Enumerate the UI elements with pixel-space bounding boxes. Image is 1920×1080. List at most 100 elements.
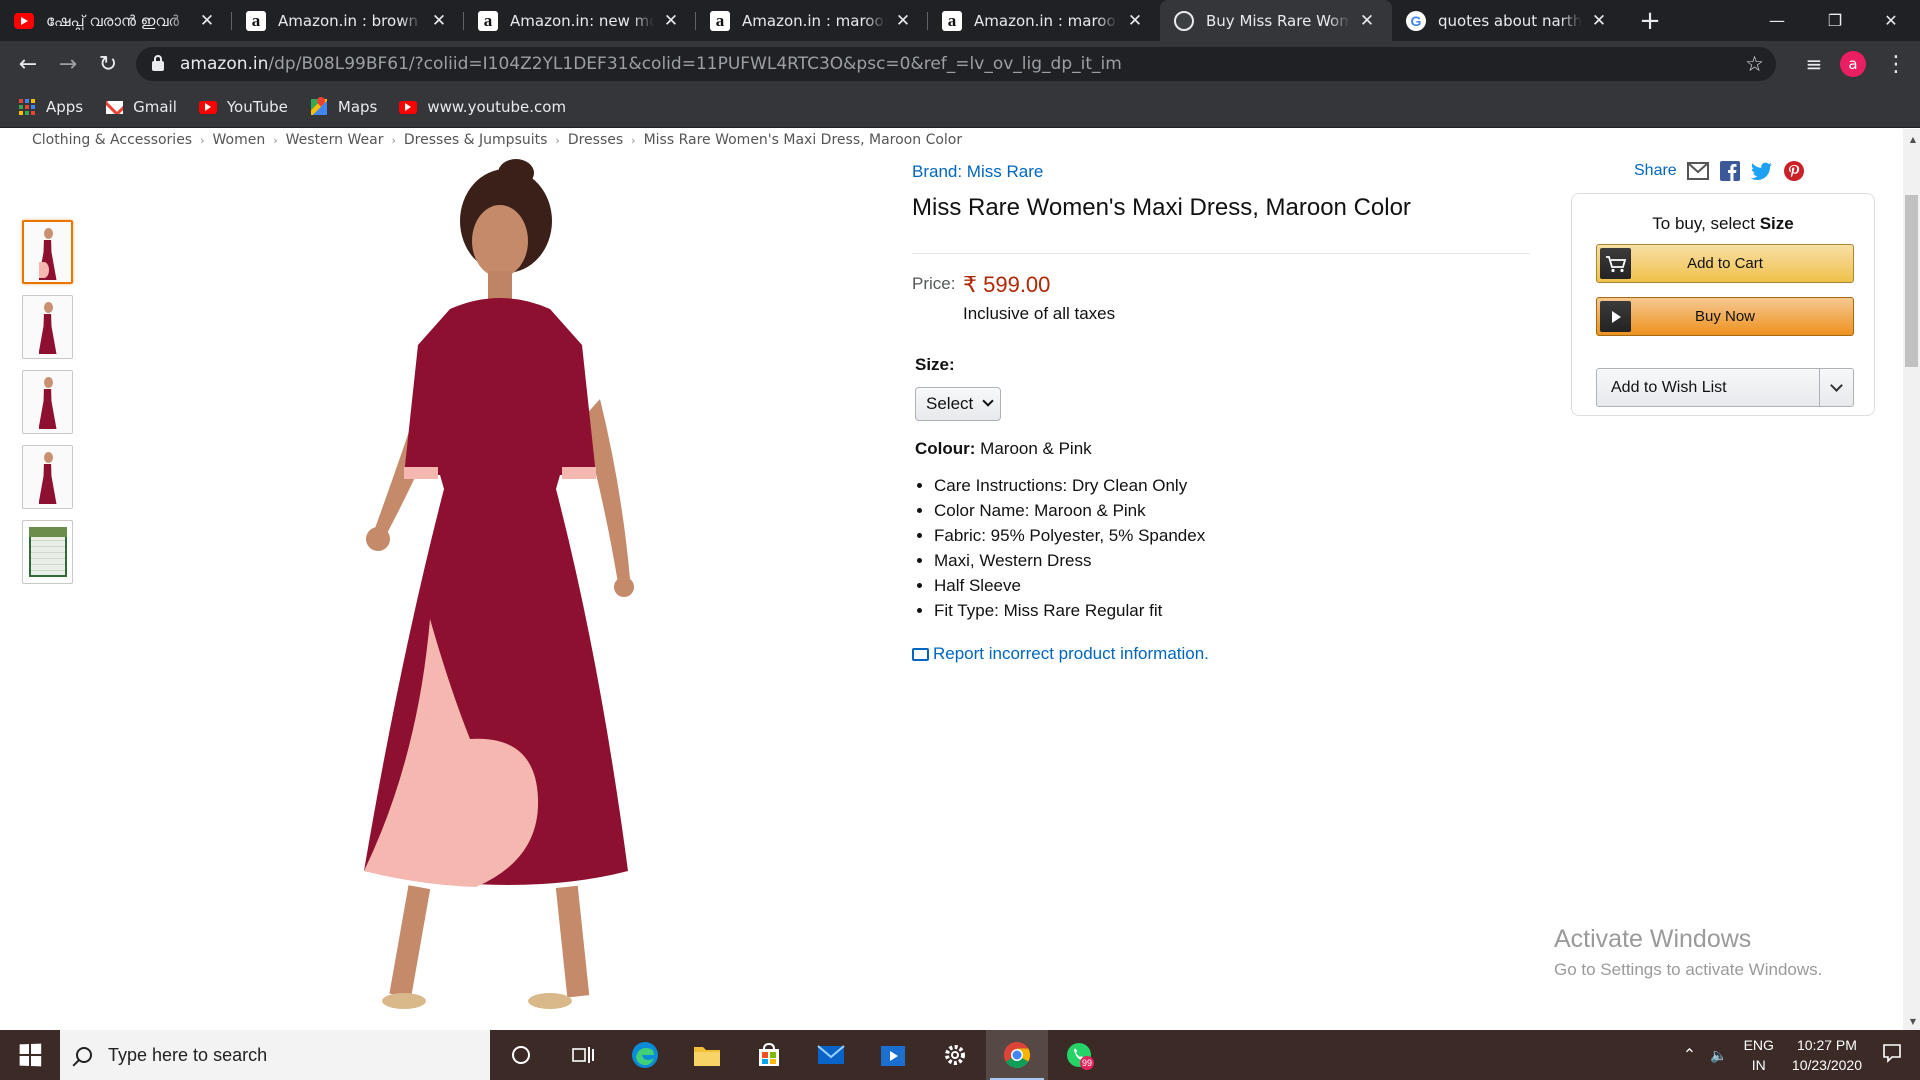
breadcrumb-item[interactable]: Women bbox=[213, 132, 266, 148]
add-to-wish-list-button[interactable]: Add to Wish List bbox=[1596, 368, 1854, 407]
pinterest-icon[interactable] bbox=[1783, 160, 1805, 182]
breadcrumb-item[interactable]: Clothing & Accessories bbox=[32, 132, 192, 148]
lock-icon bbox=[152, 55, 164, 71]
tab-close-icon[interactable]: ✕ bbox=[1356, 11, 1378, 31]
bookmark-gmail[interactable]: Gmail bbox=[105, 98, 177, 116]
microsoft-store-icon[interactable] bbox=[738, 1030, 800, 1080]
thumbnail-1[interactable] bbox=[22, 220, 73, 284]
breadcrumb: Clothing & Accessories › Women › Western W… bbox=[32, 132, 962, 148]
taskbar-search-box[interactable]: Type here to search bbox=[60, 1030, 490, 1080]
page-scrollbar[interactable]: ▲ ▼ bbox=[1903, 129, 1920, 1030]
tab-amazon-maroon-1[interactable]: a Amazon.in : maroon dr ✕ bbox=[696, 0, 928, 41]
bookmark-star-icon[interactable]: ☆ bbox=[1745, 52, 1764, 76]
email-icon[interactable] bbox=[1686, 160, 1709, 182]
breadcrumb-item[interactable]: Western Wear bbox=[286, 132, 384, 148]
forward-arrow-icon[interactable]: → bbox=[50, 46, 86, 82]
tab-close-icon[interactable]: ✕ bbox=[428, 11, 450, 31]
size-dropdown[interactable]: Select bbox=[915, 387, 1001, 421]
bookmark-apps[interactable]: Apps bbox=[18, 98, 83, 116]
tab-close-icon[interactable]: ✕ bbox=[1588, 11, 1610, 31]
tab-active-miss-rare[interactable]: Buy Miss Rare Women ✕ bbox=[1160, 0, 1392, 41]
feature-bullet: Maxi, Western Dress bbox=[934, 548, 1205, 573]
feature-bullet: Color Name: Maroon & Pink bbox=[934, 498, 1205, 523]
tab-title: ഷേപ്പ് വരാൻ ഇവർ bbox=[46, 11, 180, 30]
address-bar[interactable]: amazon.in /dp/B08L99BF61/?coliid=I104Z2Y… bbox=[136, 47, 1776, 81]
new-tab-button[interactable]: + bbox=[1630, 0, 1670, 41]
price-value: ₹ 599.00 bbox=[963, 272, 1051, 297]
buy-box: To buy, select Size Add to Cart Buy Now … bbox=[1571, 193, 1875, 416]
feature-bullet: Care Instructions: Dry Clean Only bbox=[934, 473, 1205, 498]
windows-taskbar: Type here to search 99 ⌃ 🔈 ENG IN 10:27 … bbox=[0, 1030, 1920, 1080]
lang-line1: ENG bbox=[1743, 1037, 1774, 1053]
tab-title: Amazon.in : maroon dr bbox=[974, 11, 1118, 30]
add-to-cart-button[interactable]: Add to Cart bbox=[1596, 244, 1854, 283]
tab-close-icon[interactable]: ✕ bbox=[892, 11, 914, 31]
whatsapp-badge: 99 bbox=[1082, 1058, 1092, 1068]
profile-avatar[interactable]: a bbox=[1840, 51, 1866, 77]
clock[interactable]: 10:27 PM 10/23/2020 bbox=[1792, 1035, 1862, 1075]
video-editor-icon[interactable] bbox=[862, 1030, 924, 1080]
tab-strip: ഷേപ്പ് വരാൻ ഇവർ ✕ a Amazon.in : brown bl… bbox=[0, 0, 1920, 41]
tab-close-icon[interactable]: ✕ bbox=[196, 11, 218, 31]
restore-icon[interactable]: ❐ bbox=[1806, 0, 1864, 41]
breadcrumb-chevron-icon: › bbox=[200, 133, 205, 147]
bookmark-maps[interactable]: Maps bbox=[310, 98, 377, 116]
more-menu-icon[interactable]: ⋮ bbox=[1878, 46, 1914, 82]
chevron-up-icon[interactable]: ⌃ bbox=[1683, 1045, 1696, 1065]
tab-close-icon[interactable]: ✕ bbox=[1124, 11, 1146, 31]
edge-icon[interactable] bbox=[614, 1030, 676, 1080]
back-arrow-icon[interactable]: ← bbox=[10, 46, 46, 82]
scroll-down-icon[interactable]: ▼ bbox=[1910, 1017, 1916, 1026]
whatsapp-icon[interactable]: 99 bbox=[1048, 1030, 1110, 1080]
tab-amazon-new-model[interactable]: a Amazon.in: new model ✕ bbox=[464, 0, 696, 41]
buy-now-button[interactable]: Buy Now bbox=[1596, 297, 1854, 336]
breadcrumb-item[interactable]: Miss Rare Women's Maxi Dress, Maroon Col… bbox=[644, 132, 963, 148]
breadcrumb-chevron-icon: › bbox=[391, 133, 396, 147]
windows-activation-watermark: Activate Windows Go to Settings to activ… bbox=[1554, 925, 1822, 980]
divider bbox=[912, 253, 1530, 254]
media-queue-icon[interactable]: ≡ bbox=[1796, 46, 1832, 82]
file-explorer-icon[interactable] bbox=[676, 1030, 738, 1080]
bookmarks-bar: Apps Gmail YouTube Maps www.youtube.com bbox=[0, 87, 1920, 128]
facebook-icon[interactable] bbox=[1719, 160, 1741, 182]
thumbnail-3[interactable] bbox=[22, 370, 73, 434]
thumbnail-4[interactable] bbox=[22, 445, 73, 509]
twitter-icon[interactable] bbox=[1750, 160, 1773, 182]
bookmark-youtube[interactable]: YouTube bbox=[198, 98, 288, 116]
start-button[interactable] bbox=[0, 1030, 60, 1080]
reload-icon[interactable]: ↻ bbox=[90, 46, 126, 82]
brand-link[interactable]: Brand: Miss Rare bbox=[912, 162, 1043, 182]
url-path: /dp/B08L99BF61/?coliid=I104Z2YL1DEF31&co… bbox=[268, 54, 1122, 74]
settings-gear-icon[interactable] bbox=[924, 1030, 986, 1080]
tab-google-quotes[interactable]: G quotes about narthaki ✕ bbox=[1392, 0, 1624, 41]
youtube-icon bbox=[198, 98, 217, 116]
gmail-icon bbox=[105, 98, 123, 116]
scrollbar-thumb[interactable] bbox=[1905, 195, 1918, 367]
cortana-icon[interactable] bbox=[490, 1030, 552, 1080]
product-page: Clothing & Accessories › Women › Western W… bbox=[0, 129, 1920, 1030]
breadcrumb-chevron-icon: › bbox=[631, 133, 636, 147]
task-view-icon[interactable] bbox=[552, 1030, 614, 1080]
product-main-image[interactable] bbox=[300, 159, 700, 1030]
tab-close-icon[interactable]: ✕ bbox=[660, 11, 682, 31]
minimize-icon[interactable]: — bbox=[1748, 0, 1806, 41]
input-language[interactable]: ENG IN bbox=[1744, 1035, 1774, 1075]
report-incorrect-info-link[interactable]: Report incorrect product information. bbox=[912, 644, 1209, 664]
tab-amazon-maroon-2[interactable]: a Amazon.in : maroon dr ✕ bbox=[928, 0, 1160, 41]
chrome-icon[interactable] bbox=[986, 1030, 1048, 1080]
lang-line2: IN bbox=[1751, 1057, 1766, 1073]
tab-amazon-brown[interactable]: a Amazon.in : brown blac ✕ bbox=[232, 0, 464, 41]
wish-list-dropdown-icon[interactable] bbox=[1819, 369, 1853, 406]
mail-icon[interactable] bbox=[800, 1030, 862, 1080]
breadcrumb-item[interactable]: Dresses bbox=[568, 132, 623, 148]
tab-youtube-shape[interactable]: ഷേപ്പ് വരാൻ ഇവർ ✕ bbox=[0, 0, 232, 41]
thumbnail-2[interactable] bbox=[22, 295, 73, 359]
scroll-up-icon[interactable]: ▲ bbox=[1910, 135, 1916, 144]
thumbnail-size-chart[interactable] bbox=[22, 520, 73, 584]
bookmark-youtube-com[interactable]: www.youtube.com bbox=[399, 98, 566, 116]
breadcrumb-item[interactable]: Dresses & Jumpsuits bbox=[404, 132, 548, 148]
window-close-icon[interactable]: ✕ bbox=[1862, 0, 1920, 41]
bookmark-label: www.youtube.com bbox=[427, 98, 567, 116]
volume-icon[interactable]: 🔈 bbox=[1710, 1047, 1727, 1064]
notifications-icon[interactable] bbox=[1882, 1043, 1902, 1068]
